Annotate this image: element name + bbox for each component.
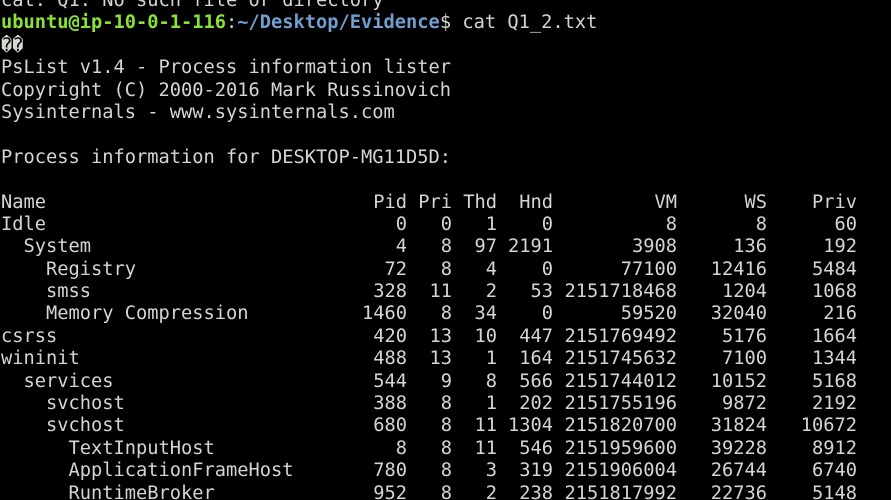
terminal-window[interactable]: cat: Q1: No such file or directory ubunt…	[0, 0, 891, 500]
process-hnd-cell: 447	[519, 325, 553, 347]
prompt-path: ~/Desktop/Evidence	[237, 12, 440, 34]
process-priv-cell: 60	[834, 213, 857, 235]
process-priv-cell: 192	[823, 236, 857, 258]
bom-glyphs-line: ��	[1, 34, 24, 56]
column-header-hnd: Hnd	[519, 191, 553, 213]
process-name-cell: svchost	[1, 393, 125, 415]
table-row: csrss 420 13 10 447 2151769492 5176 1664	[1, 326, 891, 348]
process-hnd-cell: 238	[519, 482, 553, 500]
process-name-cell: ApplicationFrameHost	[1, 460, 294, 482]
process-name-cell: System	[1, 236, 92, 258]
process-priv-cell: 8912	[811, 437, 857, 459]
process-hnd-cell: 566	[519, 370, 553, 392]
prompt-separator: :	[226, 12, 238, 34]
process-priv-cell: 5148	[811, 482, 857, 500]
prompt-user-host: ubuntu@ip-10-0-1-116	[1, 12, 227, 34]
column-header-priv: Priv	[811, 191, 857, 213]
process-priv-cell: 10672	[800, 415, 857, 437]
process-priv-cell: 1664	[811, 325, 857, 347]
process-hnd-cell: 0	[541, 258, 553, 280]
process-priv-cell: 5168	[811, 370, 857, 392]
prompt-symbol: $	[439, 12, 452, 34]
prompt-command: cat Q1_2.txt	[451, 12, 598, 34]
process-hnd-cell: 0	[541, 303, 553, 325]
process-hnd-cell: 53	[530, 281, 553, 303]
process-name-cell: RuntimeBroker	[1, 482, 215, 500]
table-row: Registry 72 8 4 0 77100 12416 5484	[1, 259, 891, 281]
table-row: svchost 680 8 11 1304 2151820700 31824 10672	[1, 415, 891, 437]
header-line-title: PsList v1.4 - Process information lister	[1, 57, 452, 79]
table-row: services 544 9 8 566 2151744012 10152 5168	[1, 371, 891, 393]
process-name-cell: Idle	[1, 213, 47, 235]
process-priv-cell: 5484	[811, 258, 857, 280]
process-name-cell: Memory Compression	[1, 303, 249, 325]
terminal-output: cat: Q1: No such file or directory ubunt…	[1, 0, 891, 500]
process-name-cell: svchost	[1, 415, 125, 437]
process-name-cell: services	[1, 370, 114, 392]
process-hnd-cell: 546	[519, 437, 553, 459]
process-name-cell: csrss	[1, 325, 58, 347]
table-header-row: Name Pid Pri Thd Hnd VM WS Priv	[1, 192, 891, 214]
process-priv-cell: 216	[823, 303, 857, 325]
process-priv-cell: 2192	[811, 393, 857, 415]
process-hnd-cell: 2191	[507, 236, 553, 258]
process-name-cell: smss	[1, 281, 92, 303]
process-table-body: Idle 0 0 1 0 8 8 60 System 4 8 97 2191 3908 136 192 Re…	[1, 214, 891, 500]
previous-error-line: cat: Q1: No such file or directory	[1, 0, 384, 11]
table-row: RuntimeBroker 952 8 2 238 2151817992 22736 5148	[1, 483, 891, 500]
process-priv-cell: 6740	[811, 460, 857, 482]
process-info-line: Process information for DESKTOP-MG11D5D:	[1, 146, 452, 168]
process-hnd-cell: 319	[519, 460, 553, 482]
process-name-cell: Registry	[1, 258, 137, 280]
table-row: smss 328 11 2 53 2151718468 1204 1068	[1, 281, 891, 303]
process-name-cell: wininit	[1, 348, 80, 370]
table-row: Idle 0 0 1 0 8 8 60	[1, 214, 891, 236]
column-header-name: Name	[1, 191, 47, 213]
process-hnd-cell: 202	[519, 393, 553, 415]
process-name-cell: TextInputHost	[1, 437, 215, 459]
header-line-copyright: Copyright (C) 2000-2016 Mark Russinovich	[1, 79, 452, 101]
header-line-sysinternals: Sysinternals - www.sysinternals.com	[1, 101, 395, 123]
table-row: TextInputHost 8 8 11 546 2151959600 39228 8912	[1, 438, 891, 460]
table-row: ApplicationFrameHost 780 8 3 319 2151906004 26…	[1, 460, 891, 482]
table-row: System 4 8 97 2191 3908 136 192	[1, 236, 891, 258]
process-hnd-cell: 0	[541, 213, 553, 235]
process-priv-cell: 1344	[811, 348, 857, 370]
table-row: svchost 388 8 1 202 2151755196 9872 2192	[1, 393, 891, 415]
command-prompt-line: ubuntu@ip-10-0-1-116:~/Desktop/Evidence$…	[1, 12, 891, 34]
process-hnd-cell: 1304	[507, 415, 553, 437]
process-hnd-cell: 164	[519, 348, 553, 370]
table-row: Memory Compression 1460 8 34 0 59520 32040 216	[1, 303, 891, 325]
process-priv-cell: 1068	[811, 281, 857, 303]
table-row: wininit 488 13 1 164 2151745632 7100 1344	[1, 348, 891, 370]
